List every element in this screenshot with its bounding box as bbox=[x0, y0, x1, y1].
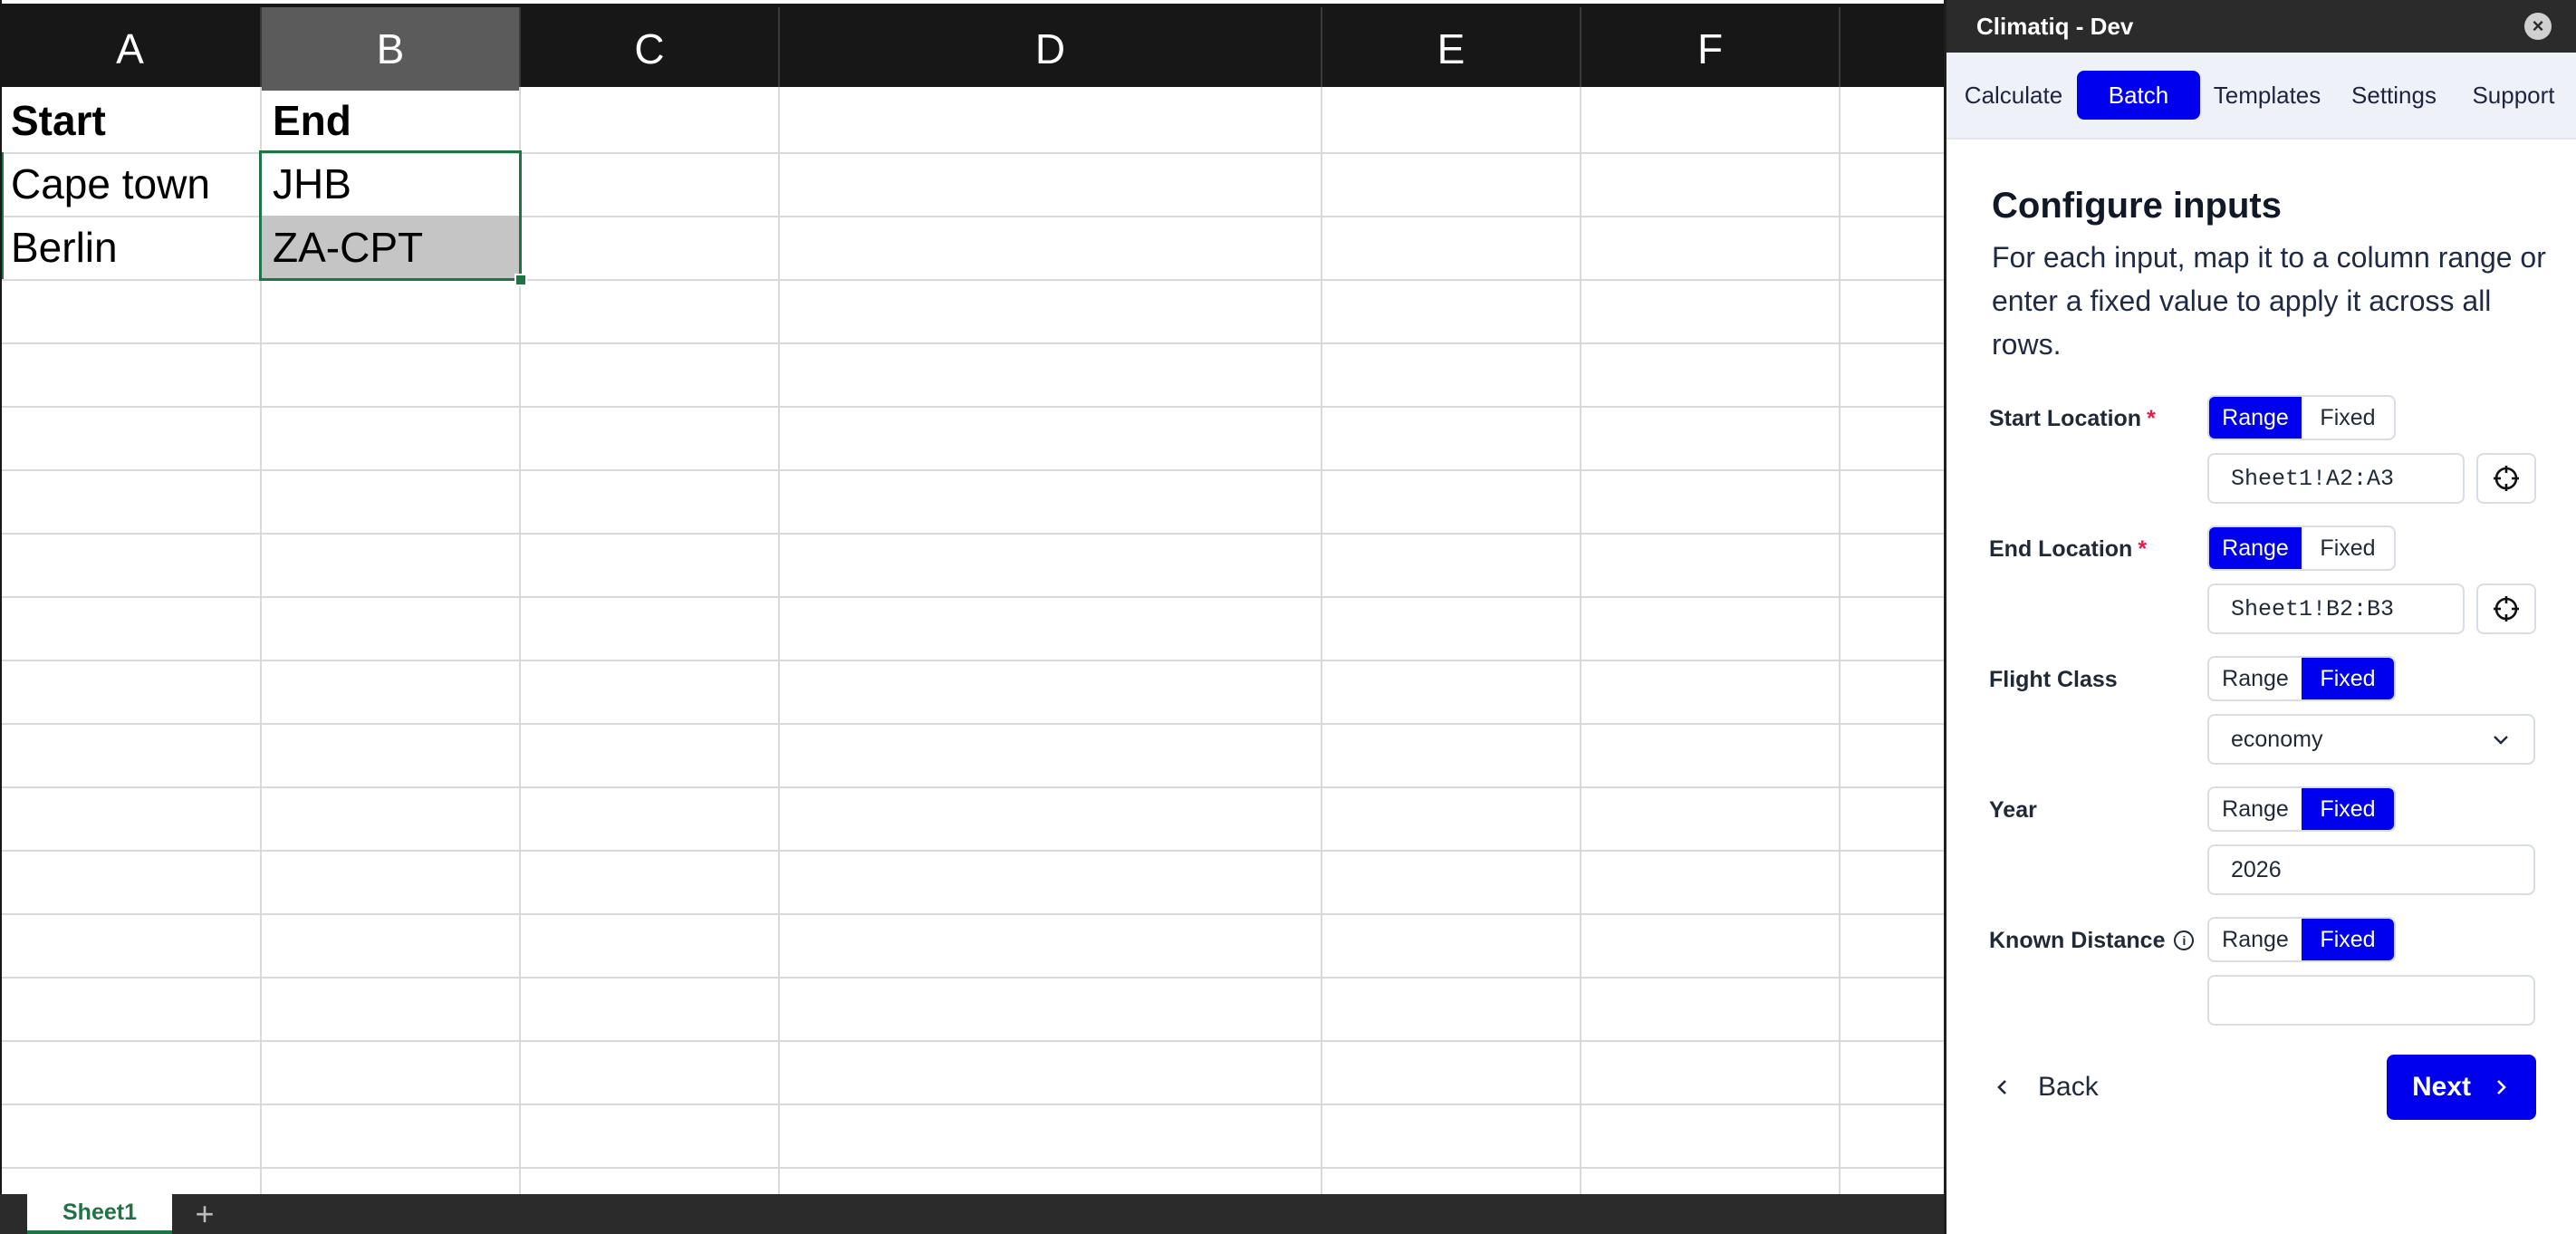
end-location-select-range-button[interactable] bbox=[2476, 583, 2536, 634]
end-location-label: End Location * bbox=[1989, 535, 2147, 564]
flight-class-selected-value: economy bbox=[2231, 726, 2323, 752]
flight-class-label: Flight Class bbox=[1989, 665, 2118, 694]
cell-b2[interactable]: JHB bbox=[262, 152, 519, 216]
next-button-label: Next bbox=[2411, 1072, 2472, 1102]
close-icon[interactable]: × bbox=[2524, 13, 2552, 40]
chevron-left-icon bbox=[1997, 1080, 2006, 1094]
start-location-label: Start Location * bbox=[1989, 404, 2156, 433]
tab-calculate[interactable]: Calculate bbox=[1959, 71, 2068, 120]
crosshair-icon bbox=[2494, 596, 2519, 622]
known-distance-label-text: Known Distance bbox=[1989, 927, 2166, 953]
next-button[interactable]: Next bbox=[2387, 1055, 2536, 1120]
required-marker: * bbox=[2147, 405, 2156, 431]
year-range-option[interactable]: Range bbox=[2209, 788, 2302, 830]
grid-line bbox=[0, 1167, 1944, 1169]
grid-line bbox=[0, 723, 1944, 725]
grid-line bbox=[0, 850, 1944, 852]
column-header-a[interactable]: A bbox=[0, 7, 262, 91]
info-icon[interactable]: i bbox=[2174, 930, 2195, 950]
start-location-range-option[interactable]: Range bbox=[2209, 397, 2302, 439]
year-fixed-option[interactable]: Fixed bbox=[2302, 788, 2394, 830]
grid-line bbox=[0, 406, 1944, 408]
column-header-e[interactable]: E bbox=[1322, 7, 1581, 91]
grid-line bbox=[519, 87, 521, 1194]
grid-line bbox=[1580, 87, 1581, 1194]
flight-class-mode-toggle: Range Fixed bbox=[2207, 656, 2396, 701]
grid-line bbox=[0, 913, 1944, 915]
grid-line bbox=[778, 87, 780, 1194]
start-location-range-input[interactable]: Sheet1!A2:A3 bbox=[2207, 453, 2465, 504]
flight-class-select[interactable]: economy bbox=[2207, 714, 2535, 765]
grid-line bbox=[1321, 87, 1322, 1194]
back-button-label: Back bbox=[2038, 1072, 2099, 1102]
grid-line bbox=[0, 469, 1944, 471]
column-header-b[interactable]: B bbox=[262, 7, 521, 91]
known-distance-range-option[interactable]: Range bbox=[2209, 919, 2302, 960]
tab-support[interactable]: Support bbox=[2459, 71, 2568, 120]
grid-line bbox=[0, 977, 1944, 979]
grid-line bbox=[0, 660, 1944, 661]
known-distance-fixed-option[interactable]: Fixed bbox=[2302, 919, 2394, 960]
flight-class-range-option[interactable]: Range bbox=[2209, 658, 2302, 699]
spreadsheet: A B C D E F Start End Cape town JHB Berl… bbox=[0, 0, 1944, 1234]
grid-line bbox=[0, 342, 1944, 344]
start-location-label-text: Start Location bbox=[1989, 405, 2142, 431]
year-label: Year bbox=[1989, 795, 2037, 824]
end-location-label-text: End Location bbox=[1989, 535, 2133, 562]
add-sheet-button[interactable]: + bbox=[172, 1194, 237, 1234]
grid-line bbox=[1839, 87, 1841, 1194]
grid-line bbox=[0, 596, 1944, 598]
section-description: For each input, map it to a column range… bbox=[1992, 241, 2546, 361]
year-label-text: Year bbox=[1989, 796, 2037, 823]
cell-a1[interactable]: Start bbox=[0, 89, 260, 152]
cell-a3[interactable]: Berlin bbox=[0, 216, 260, 279]
chevron-down-icon bbox=[2494, 736, 2508, 745]
start-location-select-range-button[interactable] bbox=[2476, 453, 2536, 504]
year-input[interactable]: 2026 bbox=[2207, 844, 2535, 895]
column-header-f[interactable]: F bbox=[1581, 7, 1841, 91]
start-location-fixed-option[interactable]: Fixed bbox=[2302, 397, 2394, 439]
grid-line bbox=[0, 279, 1944, 281]
known-distance-input[interactable] bbox=[2207, 975, 2535, 1026]
column-header-d[interactable]: D bbox=[780, 7, 1322, 91]
cell-a2[interactable]: Cape town bbox=[0, 152, 260, 216]
chevron-right-icon bbox=[2497, 1080, 2506, 1094]
column-header-c[interactable]: C bbox=[521, 7, 780, 91]
grid-line bbox=[0, 533, 1944, 535]
grid-line bbox=[0, 1104, 1944, 1105]
year-mode-toggle: Range Fixed bbox=[2207, 786, 2396, 832]
start-location-mode-toggle: Range Fixed bbox=[2207, 395, 2396, 440]
sheet-tab-bar bbox=[0, 1194, 1944, 1234]
sheet-edge bbox=[0, 0, 2, 1234]
fill-handle[interactable] bbox=[514, 274, 527, 286]
grid-line bbox=[0, 1040, 1944, 1042]
section-heading: Configure inputs bbox=[1992, 186, 2282, 226]
end-location-mode-toggle: Range Fixed bbox=[2207, 525, 2396, 571]
cell-b3[interactable]: ZA-CPT bbox=[262, 216, 519, 279]
end-location-fixed-option[interactable]: Fixed bbox=[2302, 527, 2394, 569]
tab-templates[interactable]: Templates bbox=[2204, 71, 2331, 120]
end-location-range-input[interactable]: Sheet1!B2:B3 bbox=[2207, 583, 2465, 634]
pane-nav: Calculate Batch Templates Settings Suppo… bbox=[1946, 53, 2576, 140]
cell-grid[interactable]: Start End Cape town JHB Berlin ZA-CPT bbox=[0, 87, 1944, 1194]
end-location-range-option[interactable]: Range bbox=[2209, 527, 2302, 569]
tab-settings[interactable]: Settings bbox=[2340, 71, 2448, 120]
back-button[interactable]: Back bbox=[1993, 1055, 2099, 1120]
known-distance-mode-toggle: Range Fixed bbox=[2207, 917, 2396, 962]
crosshair-icon bbox=[2494, 466, 2519, 491]
grid-line bbox=[0, 786, 1944, 788]
known-distance-label: Known Distance i bbox=[1989, 926, 2195, 955]
tab-batch[interactable]: Batch bbox=[2077, 71, 2200, 120]
sheet-tab-sheet1[interactable]: Sheet1 bbox=[27, 1194, 172, 1234]
flight-class-label-text: Flight Class bbox=[1989, 666, 2118, 692]
cell-b1[interactable]: End bbox=[262, 89, 519, 152]
pane-title: Climatiq - Dev bbox=[1976, 12, 2134, 40]
column-header-bar: A B C D E F bbox=[0, 0, 1944, 91]
required-marker: * bbox=[2138, 535, 2148, 562]
flight-class-fixed-option[interactable]: Fixed bbox=[2302, 658, 2394, 699]
pane-title-bar: Climatiq - Dev × bbox=[1946, 0, 2576, 53]
